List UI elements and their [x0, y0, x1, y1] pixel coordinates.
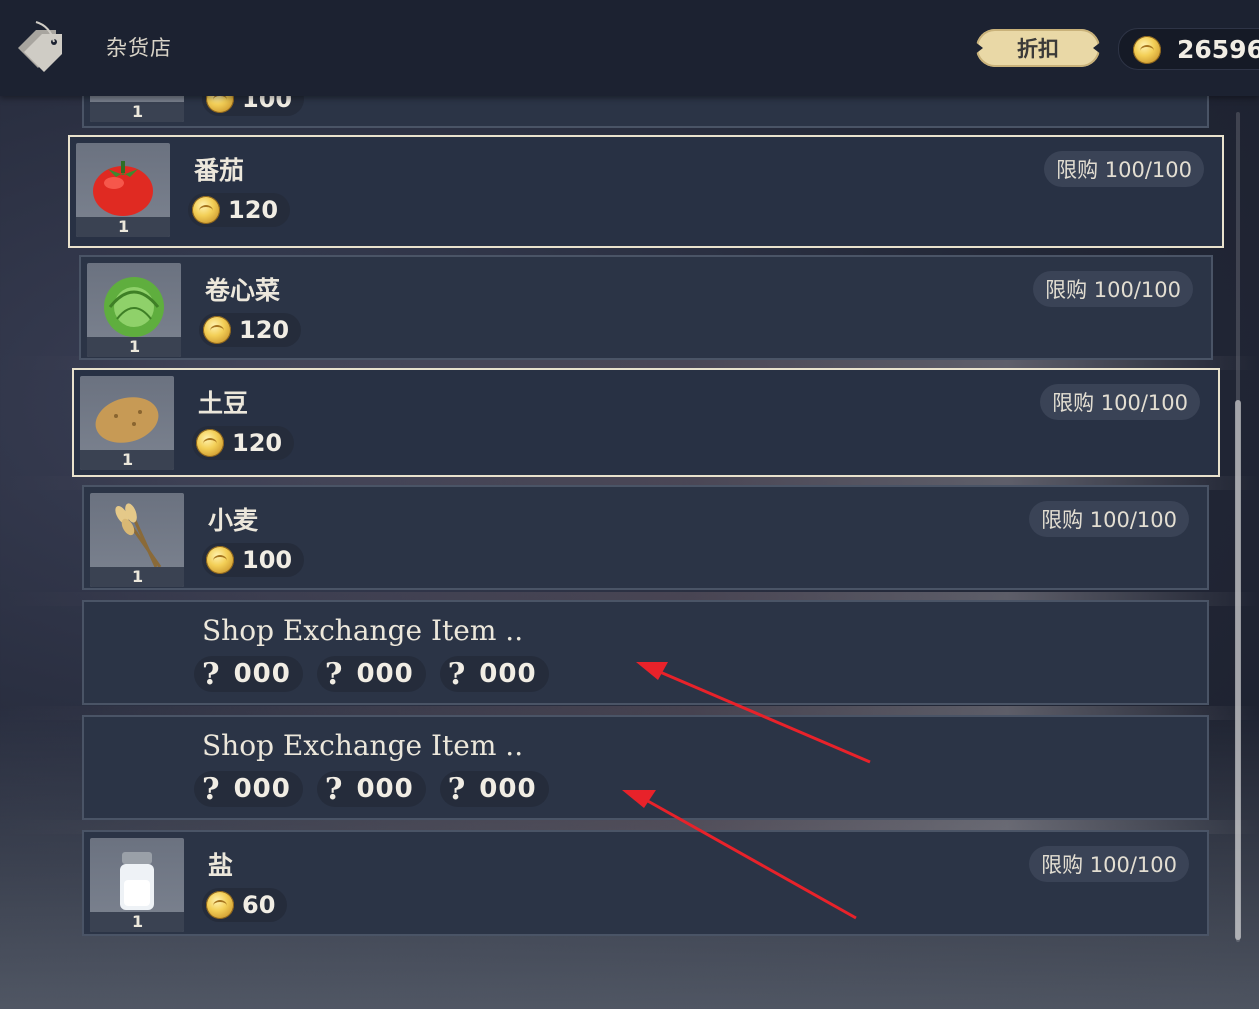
mora-coin-icon: [192, 196, 220, 224]
item-quantity: 1: [132, 102, 144, 121]
item-thumbnail: 1: [80, 376, 174, 470]
cabbage-icon: [104, 277, 164, 337]
exchange-item-name: Shop Exchange Item ..: [202, 614, 524, 647]
shop-exchange-item-row[interactable]: Shop Exchange Item .. ? 000 ? 000 ? 000: [82, 715, 1209, 820]
item-quantity: 1: [129, 337, 141, 356]
shop-item-list: 1 100 1 番茄 120 限购 100/100 1 卷心菜 120 限购 1…: [0, 0, 1259, 1009]
purchase-limit-badge: 限购 100/100: [1044, 151, 1204, 187]
shop-item-row-cabbage[interactable]: 1 卷心菜 120 限购 100/100: [79, 255, 1213, 360]
currency-amount: 26596: [1177, 35, 1259, 64]
item-price: 100: [202, 543, 305, 577]
item-price: 120: [192, 426, 295, 460]
mora-coin-icon: [206, 891, 234, 919]
potato-icon: [95, 397, 159, 443]
item-price: 60: [202, 888, 288, 922]
scrollbar-thumb[interactable]: [1235, 400, 1241, 940]
exchange-cost: ? 000: [316, 656, 426, 692]
page-title: 杂货店: [106, 36, 172, 60]
shop-item-row-salt[interactable]: 1 盐 60 限购 100/100: [82, 830, 1209, 936]
purchase-limit-badge: 限购 100/100: [1033, 271, 1193, 307]
item-quantity: 1: [118, 217, 130, 236]
item-name: 盐: [208, 851, 234, 880]
currency-display: 26596: [1118, 28, 1259, 70]
shop-item-row-tomato[interactable]: 1 番茄 120 限购 100/100: [68, 135, 1224, 248]
mora-coin-icon: [203, 316, 231, 344]
item-name: 番茄: [194, 156, 245, 185]
item-name: 卷心菜: [205, 276, 281, 305]
price-tag-icon: [18, 21, 62, 72]
item-price: 120: [199, 313, 302, 347]
discount-button[interactable]: 折扣: [974, 29, 1102, 67]
exchange-cost: ? 000: [439, 656, 549, 692]
shop-item-row-potato[interactable]: 1 土豆 120 限购 100/100: [72, 368, 1220, 477]
exchange-cost: ? 000: [439, 771, 549, 807]
item-price: 120: [188, 193, 291, 227]
salt-icon: [120, 852, 154, 910]
tomato-icon: [93, 161, 153, 216]
exchange-cost: ? 000: [316, 771, 426, 807]
item-thumbnail: 1: [90, 493, 184, 587]
purchase-limit-badge: 限购 100/100: [1029, 846, 1189, 882]
mora-coin-icon: [206, 546, 234, 574]
item-thumbnail: 1: [76, 143, 170, 237]
item-name: 土豆: [198, 389, 249, 418]
mora-coin-icon: [1133, 36, 1161, 64]
item-name: 小麦: [208, 506, 259, 535]
exchange-cost: ? 000: [194, 656, 303, 692]
item-quantity: 1: [122, 450, 134, 469]
exchange-cost-list: ? 000 ? 000 ? 000: [194, 656, 549, 692]
purchase-limit-badge: 限购 100/100: [1040, 384, 1200, 420]
exchange-item-name: Shop Exchange Item ..: [202, 729, 524, 762]
wheat-icon: [115, 503, 162, 568]
item-thumbnail: 1: [87, 263, 181, 357]
item-quantity: 1: [132, 567, 144, 586]
discount-label: 折扣: [1017, 37, 1059, 61]
shop-header: 杂货店 折扣 26596: [0, 0, 1259, 96]
shop-item-row-wheat[interactable]: 1 小麦 100 限购 100/100: [82, 485, 1209, 590]
purchase-limit-badge: 限购 100/100: [1029, 501, 1189, 537]
exchange-cost-list: ? 000 ? 000 ? 000: [194, 771, 549, 807]
exchange-cost: ? 000: [194, 771, 303, 807]
item-thumbnail: 1: [90, 838, 184, 932]
mora-coin-icon: [196, 429, 224, 457]
shop-exchange-item-row[interactable]: Shop Exchange Item .. ? 000 ? 000 ? 000: [82, 600, 1209, 705]
item-quantity: 1: [132, 912, 144, 931]
